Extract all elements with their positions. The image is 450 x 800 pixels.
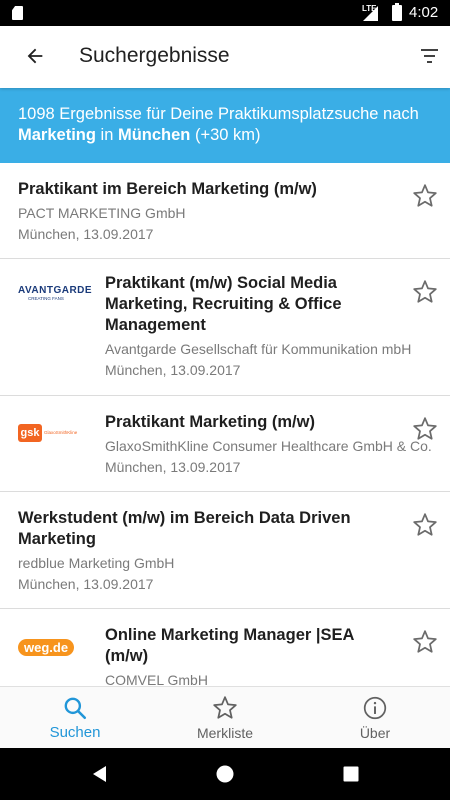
battery-icon — [392, 3, 402, 21]
company-logo: weg.de — [18, 639, 75, 656]
job-title: Praktikant im Bereich Marketing (m/w) — [18, 180, 317, 198]
page-title: Suchergebnisse — [79, 44, 230, 67]
info-icon — [363, 696, 387, 720]
tab-merkliste[interactable]: Merkliste — [150, 687, 300, 749]
job-meta: München, 13.09.2017 — [105, 459, 241, 475]
bottom-navigation: Suchen Merkliste Über — [0, 686, 450, 748]
star-outline-icon[interactable] — [412, 183, 438, 209]
search-radius: (+30 km) — [190, 126, 261, 144]
list-item[interactable]: AVANTGARDE CREATING FANS Praktikant (m/w… — [0, 259, 450, 396]
company-name: PACT MARKETING GmbH — [18, 205, 186, 221]
company-logo: AVANTGARDE CREATING FANS — [18, 285, 93, 301]
result-count: 1098 — [18, 105, 55, 123]
clock: 4:02 — [409, 4, 439, 21]
company-logo: gsk GlaxoSmithKline — [18, 424, 88, 448]
result-list[interactable]: Praktikant im Bereich Marketing (m/w) PA… — [0, 163, 450, 686]
company-name: COMVEL GmbH — [105, 672, 208, 686]
job-title: Werkstudent (m/w) im Bereich Data Driven… — [18, 509, 351, 548]
network-type: LTE — [362, 4, 377, 13]
job-meta: München, 13.09.2017 — [105, 362, 241, 378]
filter-icon[interactable] — [413, 44, 443, 70]
list-item[interactable]: Werkstudent (m/w) im Bereich Data Driven… — [0, 492, 450, 609]
logo-text: AVANTGARDE — [18, 285, 93, 296]
sd-card-icon — [12, 6, 23, 20]
company-name: Avantgarde Gesellschaft für Kommunikatio… — [105, 341, 412, 357]
job-title: Praktikant Marketing (m/w) — [105, 413, 315, 431]
star-outline-icon[interactable] — [412, 629, 438, 655]
logo-text: weg.de — [18, 639, 75, 656]
job-meta: München, 13.09.2017 — [18, 576, 154, 592]
job-title: Praktikant (m/w) Social Media Marketing,… — [105, 274, 342, 334]
tab-label: Über — [359, 725, 391, 741]
tab-suchen[interactable]: Suchen — [0, 687, 150, 749]
star-outline-icon[interactable] — [412, 512, 438, 538]
logo-subtext: GlaxoSmithKline — [44, 430, 78, 435]
star-outline-icon[interactable] — [412, 279, 438, 305]
logo-subtext: CREATING FANS — [28, 296, 64, 301]
system-navigation-bar — [0, 748, 450, 800]
search-city: München — [117, 126, 191, 144]
company-name: GlaxoSmithKline Consumer Healthcare GmbH… — [105, 438, 435, 454]
summary-text: in — [95, 126, 118, 144]
search-summary-banner: 1098 Ergebnisse für Deine Praktikumsplat… — [0, 88, 450, 163]
arrow-left-icon[interactable] — [20, 41, 50, 71]
logo-text: gsk — [18, 424, 42, 442]
summary-text: Ergebnisse für Deine Praktikumsplatzsuch… — [54, 105, 419, 123]
star-outline-icon[interactable] — [412, 416, 438, 442]
job-title: Online Marketing Manager |SEA (m/w) — [105, 626, 354, 665]
home-circle-icon[interactable] — [213, 762, 237, 786]
status-bar: LTE 4:02 — [0, 0, 450, 26]
app-bar: Suchergebnisse — [0, 26, 450, 88]
tab-ueber[interactable]: Über — [300, 687, 450, 749]
list-item[interactable]: gsk GlaxoSmithKline Praktikant Marketing… — [0, 396, 450, 492]
search-icon — [64, 697, 87, 720]
back-triangle-icon[interactable] — [88, 762, 112, 786]
job-meta: München, 13.09.2017 — [18, 226, 154, 242]
recents-square-icon[interactable] — [339, 762, 363, 786]
tab-label: Merkliste — [196, 725, 253, 741]
company-name: redblue Marketing GmbH — [18, 555, 175, 571]
star-outline-icon — [213, 696, 237, 719]
tab-label: Suchen — [49, 724, 101, 741]
list-item[interactable]: Praktikant im Bereich Marketing (m/w) PA… — [0, 163, 450, 259]
list-item[interactable]: weg.de Online Marketing Manager |SEA (m/… — [0, 609, 450, 686]
search-keyword: Marketing — [18, 126, 96, 144]
